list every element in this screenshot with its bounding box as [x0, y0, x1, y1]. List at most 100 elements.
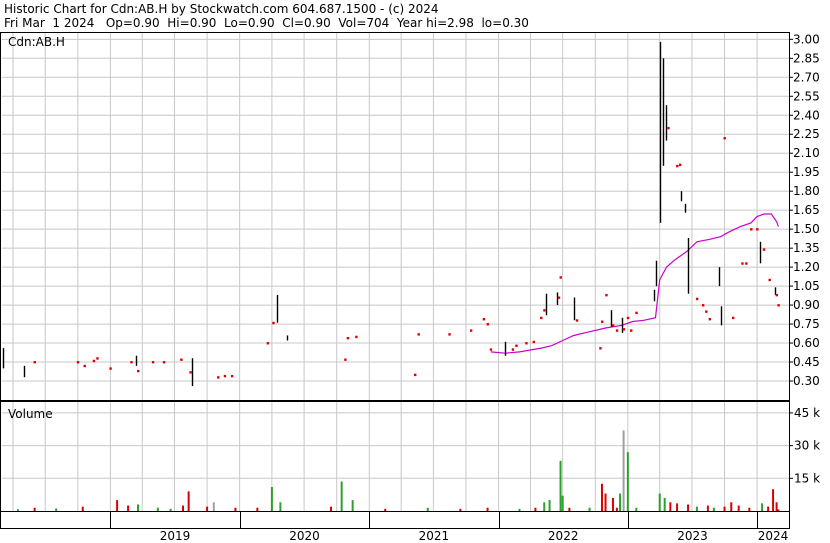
symbol-label: Cdn:AB.H [8, 35, 65, 49]
volume-tick-label: 30 k [794, 439, 820, 453]
price-dot [76, 361, 80, 364]
price-dot [417, 333, 420, 336]
chart-stage: Historic Chart for Cdn:AB.H by Stockwatc… [0, 0, 830, 543]
price-tick-label: 1.50 [793, 222, 820, 236]
volume-bar [279, 502, 282, 511]
price-tick-label: 2.85 [793, 51, 820, 65]
volume-bar [33, 507, 36, 511]
volume-bar [772, 489, 775, 511]
price-dot [723, 137, 726, 140]
volume-bar [234, 507, 237, 511]
price-dot [109, 367, 112, 370]
price-dot [130, 361, 133, 364]
price-dot [741, 262, 744, 265]
price-tick-label: 2.70 [793, 70, 820, 84]
volume-bar [116, 500, 119, 511]
volume-bar [706, 505, 709, 511]
volume-bar [723, 506, 726, 511]
price-panel-frame [0, 32, 790, 401]
price-dot [676, 164, 679, 168]
volume-bar [737, 505, 740, 511]
volume-bar [775, 502, 778, 511]
year-label: 2019 [160, 529, 191, 543]
volume-bar [622, 430, 625, 511]
volume-bar [330, 506, 333, 511]
volume-tick-label: 15 k [794, 471, 820, 485]
price-tick-label: 0.45 [793, 355, 820, 369]
price-dot [678, 163, 682, 167]
volume-tick-label: 45 k [794, 406, 820, 420]
price-dot [559, 276, 562, 279]
volume-bar [626, 452, 629, 511]
price-tick-label: 2.55 [793, 89, 820, 103]
price-dot [543, 309, 546, 312]
price-dot [162, 361, 166, 364]
price-dot [762, 248, 766, 251]
volume-bar [761, 503, 764, 511]
volume-bar [384, 508, 387, 511]
volume-bars [16, 430, 780, 511]
year-label: 2021 [419, 529, 450, 543]
price-tick-label: 1.65 [793, 203, 820, 217]
volume-bar [187, 491, 190, 511]
price-tick-label: 0.90 [793, 298, 820, 312]
volume-bar [156, 507, 159, 511]
volume-bar [669, 502, 672, 511]
axis-labels: 3.00 2.85 2.70 2.55 2.40 2.25 2.10 1.95 1.80 1.65… [8, 32, 820, 543]
price-dot [266, 342, 270, 345]
price-dot [511, 348, 515, 351]
volume-bar [604, 493, 607, 511]
volume-bar [181, 505, 184, 511]
volume-bar [695, 506, 698, 511]
price-dot [732, 316, 735, 320]
price-dot [575, 319, 579, 322]
price-tick-label: 3.00 [793, 32, 820, 46]
price-dot [137, 369, 140, 373]
volume-bar [212, 502, 215, 511]
price-dot [768, 278, 771, 282]
volume-bar [730, 502, 733, 511]
volume-bar [426, 507, 429, 511]
price-dot [96, 357, 99, 360]
volume-bar [588, 507, 591, 511]
volume-bar [459, 508, 462, 511]
price-dot [355, 335, 358, 339]
price-dot [745, 262, 748, 265]
price-tick-label: 0.30 [793, 374, 820, 388]
price-dot [223, 374, 227, 378]
price-dot [92, 359, 96, 363]
volume-bar [534, 507, 537, 511]
volume-bar [206, 506, 209, 511]
volume-bar [518, 508, 521, 511]
volume-bar [687, 504, 690, 511]
time-axis-frame [0, 511, 790, 529]
volume-bar [169, 508, 172, 511]
moving-average-series [490, 213, 779, 354]
price-dot [777, 304, 780, 307]
price-dots [33, 126, 780, 379]
price-dot [599, 347, 602, 350]
volume-bar [559, 460, 562, 511]
price-dot [540, 316, 543, 320]
volume-bar [767, 506, 770, 511]
volume-bar [748, 507, 751, 511]
price-tick-label: 1.20 [793, 260, 820, 274]
volume-bar [486, 507, 489, 511]
volume-bar [55, 508, 58, 511]
volume-bar [137, 504, 140, 511]
volume-bar [635, 507, 638, 511]
year-label: 2020 [289, 529, 320, 543]
price-tick-label: 1.80 [793, 184, 820, 198]
volume-bar [127, 505, 130, 511]
price-dot [272, 321, 275, 325]
price-dot [600, 320, 604, 323]
price-dot [482, 318, 486, 321]
price-dot [346, 336, 350, 340]
price-dot [775, 293, 779, 297]
price-dot [708, 318, 712, 321]
price-dot [615, 329, 619, 332]
price-dot [180, 358, 183, 361]
volume-bar [561, 495, 564, 511]
price-dot [413, 373, 417, 377]
price-tick-label: 0.60 [793, 336, 820, 350]
